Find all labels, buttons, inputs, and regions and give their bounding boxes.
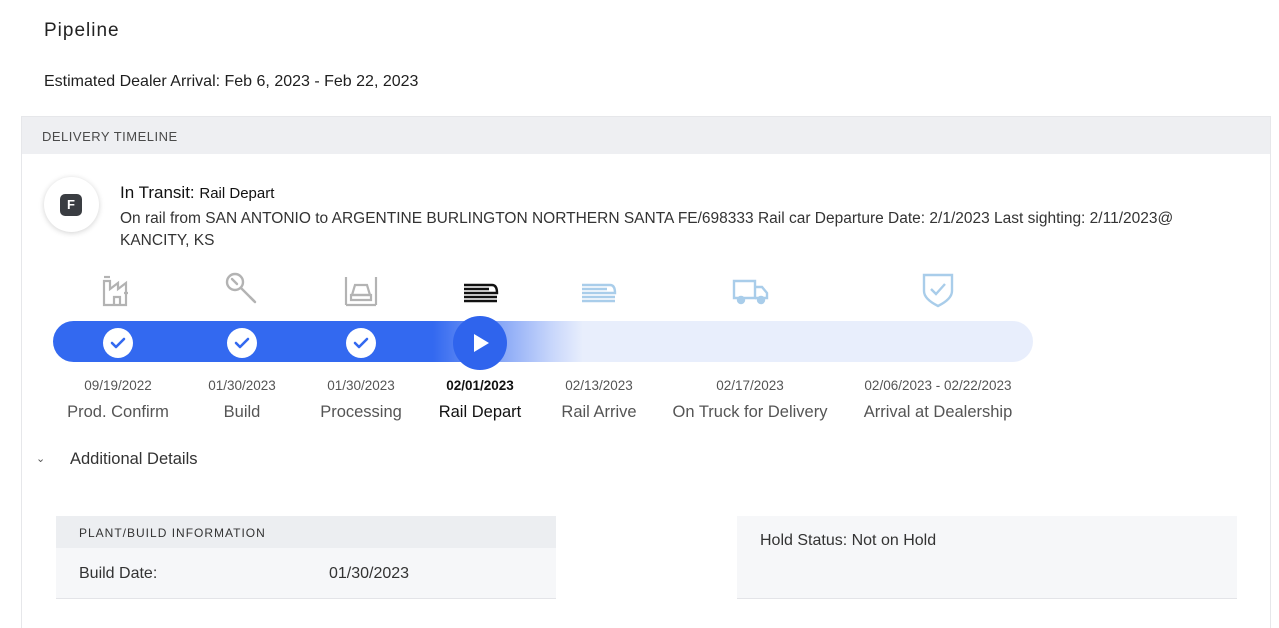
avatar-badge: F [60,194,82,216]
chevron-down-icon: ⌄ [36,453,46,465]
delivery-timeline-header: DELIVERY TIMELINE [22,117,1270,154]
build-date-value: 01/30/2023 [329,565,410,582]
avatar: F [44,177,99,232]
build-date-label: Build Date: [79,565,158,582]
progress-track [53,321,1033,362]
hold-status: Hold Status: Not on Hold [760,532,937,549]
step-complete-check-icon [346,328,376,358]
plant-build-panel: PLANT/BUILD INFORMATION Build Date: 01/3… [56,516,556,599]
additional-details-label: Additional Details [70,450,198,468]
step-label: On Truck for Delivery [672,403,828,421]
delivery-timeline-card: DELIVERY TIMELINE F In Transit: Rail Dep… [21,116,1271,628]
train-icon [577,269,621,309]
plant-build-header: PLANT/BUILD INFORMATION [56,516,556,548]
status-value: Rail Depart [199,185,275,202]
train-icon [459,269,503,309]
current-step-play-icon [453,316,507,370]
build-date-row: Build Date: 01/30/2023 [56,548,556,598]
wrench-icon [220,269,264,309]
additional-details-toggle[interactable]: ⌄ Additional Details [36,450,198,469]
truck-icon [729,269,773,309]
status-description: On rail from SAN ANTONIO to ARGENTINE BU… [120,210,1174,249]
car-lift-icon [339,269,383,309]
status-label: In Transit: [120,183,195,202]
estimated-arrival: Estimated Dealer Arrival: Feb 6, 2023 - … [44,73,419,90]
step-label: Arrival at Dealership [863,403,1013,421]
step-complete-check-icon [227,328,257,358]
page-title: Pipeline [44,20,120,41]
step-date: 02/06/2023 - 02/22/2023 [864,378,1012,393]
step-date: 02/17/2023 [716,378,784,393]
status-line: In Transit: Rail Depart [120,183,274,203]
factory-icon [96,269,140,309]
hold-status-panel: Hold Status: Not on Hold [737,516,1237,599]
step-complete-check-icon [103,328,133,358]
shield-check-icon [916,269,960,309]
